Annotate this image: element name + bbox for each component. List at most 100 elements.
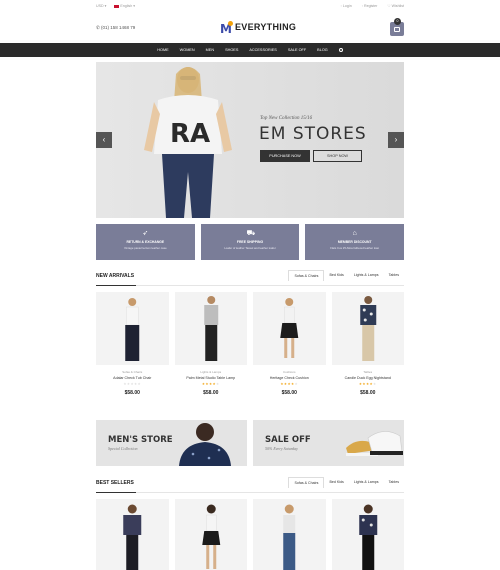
- product-card[interactable]: Cushions Heritage Check Cushion ★★★★★ $5…: [253, 292, 326, 402]
- product-rating: ★★★★★: [201, 382, 220, 386]
- product-name[interactable]: Adalar Check Tub Chair: [96, 376, 169, 380]
- banner-subtitle: 50% Every Saturday: [265, 446, 298, 451]
- product-card[interactable]: [174, 499, 247, 570]
- product-photo: [283, 504, 296, 570]
- product-image[interactable]: [331, 499, 404, 570]
- promo-banners: MEN'S STORE Special Collection SALE OFF …: [96, 420, 404, 466]
- chevron-right-icon: ›: [394, 135, 398, 144]
- feature-desc: Vintage pastel lectum leather case: [123, 245, 167, 250]
- feature-title: FREE SHIPPING: [236, 240, 264, 244]
- nav-item-men[interactable]: MEN: [206, 48, 214, 52]
- sale-off-banner[interactable]: SALE OFF 50% Every Saturday: [253, 420, 404, 466]
- product-image[interactable]: [96, 292, 169, 365]
- top-bar: USD ▾ English ▾ ◦ Login ◦ Register ♡ Wis…: [0, 0, 500, 13]
- product-image[interactable]: [253, 292, 326, 365]
- product-card[interactable]: Tables Candle Duck Egg Nightstand ★★★★★ …: [331, 292, 405, 402]
- product-photo: [125, 298, 140, 361]
- nav-item-blog[interactable]: BLOG: [317, 48, 328, 52]
- shopping-bag-icon: [394, 27, 400, 32]
- product-image[interactable]: [253, 499, 326, 570]
- feature-boxes: ➶ RETURN & EXCHANGE Vintage pastel lectu…: [96, 224, 405, 260]
- tab-tables[interactable]: Tables: [384, 477, 404, 488]
- purchase-now-button[interactable]: PURCHASE NOW: [260, 150, 310, 162]
- product-category: Lights & Lamps: [200, 370, 222, 374]
- tab-bed-kids[interactable]: Bed Kids: [324, 270, 348, 281]
- register-label: Register: [363, 4, 378, 8]
- banner-title: MEN'S STORE: [108, 435, 173, 445]
- tab-bed-kids[interactable]: Bed Kids: [324, 477, 348, 488]
- product-price: $58.00: [281, 390, 297, 396]
- cart-count-badge: 0: [394, 18, 401, 25]
- product-card[interactable]: Lights & Lamps Palm Metal Studio Table L…: [174, 292, 248, 402]
- tab-sofas-chairs[interactable]: Sofas & Chairs: [288, 270, 325, 281]
- phone-number: ✆ (01) 158 1468 79: [96, 25, 135, 31]
- section-title: BEST SELLERS: [96, 480, 134, 486]
- sneakers-image: [346, 431, 403, 456]
- best-sellers-header: BEST SELLERS Sofas & Chairs Bed Kids Lig…: [96, 477, 404, 493]
- new-arrivals-header: NEW ARRIVALS Sofas & Chairs Bed Kids Lig…: [96, 270, 404, 286]
- product-photo: [201, 504, 220, 569]
- product-photo: [280, 298, 299, 358]
- feature-desc: Flats Cus 25 Alina fathered leather loan: [330, 245, 380, 250]
- product-rating: ★★★★★: [123, 382, 142, 386]
- product-photo: [358, 504, 377, 570]
- mens-store-banner[interactable]: MEN'S STORE Special Collection: [96, 420, 247, 466]
- feature-desc: Loafer of leather Tassel and leather loa…: [224, 245, 276, 250]
- product-image[interactable]: [96, 499, 169, 570]
- logo-mark-icon: M: [220, 21, 233, 36]
- new-arrivals-grid: Sofas & Chairs Adalar Check Tub Chair ★★…: [96, 292, 404, 402]
- hero-model-image: RA: [144, 67, 232, 218]
- product-photo: [123, 504, 142, 570]
- svg-text:RA: RA: [170, 119, 210, 149]
- hero-tagline: Top New Collection 15/16: [260, 116, 313, 121]
- gift-icon: ⌂: [352, 230, 357, 237]
- product-name[interactable]: Candle Duck Egg Nightstand: [332, 376, 405, 380]
- wishlist-link[interactable]: ♡ Wishlist: [387, 4, 404, 8]
- register-link[interactable]: ◦ Register: [362, 4, 378, 8]
- main-nav: HOME WOMEN MEN SHOES ACCESSORIES SALE OF…: [0, 43, 500, 57]
- wishlist-label: Wishlist: [391, 4, 404, 8]
- product-photo: [359, 296, 376, 361]
- hero-slider: RA Top New Collection 15/16 EM STORES PU…: [96, 62, 404, 218]
- tab-lights-lamps[interactable]: Lights & Lamps: [349, 477, 384, 488]
- product-photo: [203, 296, 218, 361]
- slider-prev-button[interactable]: ‹: [96, 132, 112, 148]
- tab-lights-lamps[interactable]: Lights & Lamps: [349, 270, 384, 281]
- new-arrivals-tabs: Sofas & Chairs Bed Kids Lights & Lamps T…: [288, 270, 404, 281]
- nav-item-sale-off[interactable]: SALE OFF: [288, 48, 306, 52]
- product-image[interactable]: [331, 292, 404, 365]
- best-sellers-tabs: Sofas & Chairs Bed Kids Lights & Lamps T…: [288, 477, 404, 488]
- banner-subtitle: Special Collection: [108, 446, 138, 451]
- feature-return-exchange: ➶ RETURN & EXCHANGE Vintage pastel lectu…: [96, 224, 195, 260]
- product-card[interactable]: Sofas & Chairs Adalar Check Tub Chair ★★…: [96, 292, 169, 402]
- language-selector[interactable]: English ▾: [114, 4, 135, 8]
- banner-title: SALE OFF: [265, 435, 311, 445]
- tab-tables[interactable]: Tables: [384, 270, 404, 281]
- chevron-left-icon: ‹: [102, 135, 106, 144]
- cart-button[interactable]: 0: [390, 18, 404, 36]
- product-category: Cushions: [282, 370, 296, 374]
- search-icon[interactable]: [338, 48, 343, 52]
- hero-title: EM STORES: [259, 124, 367, 144]
- login-link[interactable]: ◦ Login: [341, 4, 352, 8]
- logo-text: EVERYTHING: [235, 22, 297, 32]
- product-card[interactable]: [96, 499, 169, 570]
- slider-next-button[interactable]: ›: [388, 132, 404, 148]
- product-image[interactable]: [174, 292, 247, 365]
- nav-item-home[interactable]: HOME: [157, 48, 168, 52]
- product-rating: ★★★★★: [280, 382, 299, 386]
- logo[interactable]: M EVERYTHING: [220, 21, 297, 36]
- tab-sofas-chairs[interactable]: Sofas & Chairs: [288, 477, 325, 488]
- shop-now-button[interactable]: SHOP NOW: [313, 150, 362, 162]
- nav-item-women[interactable]: WOMEN: [180, 48, 195, 52]
- currency-selector[interactable]: USD ▾: [96, 4, 106, 8]
- product-name[interactable]: Palm Metal Studio Table Lamp: [175, 376, 248, 380]
- product-image[interactable]: [174, 499, 247, 570]
- feature-member-discount: ⌂ MEMBER DISCOUNT Flats Cus 25 Alina fat…: [305, 224, 405, 260]
- nav-item-shoes[interactable]: SHOES: [225, 48, 238, 52]
- product-name[interactable]: Heritage Check Cushion: [253, 376, 326, 380]
- product-card[interactable]: [253, 499, 326, 570]
- feature-free-shipping: ⛟ FREE SHIPPING Loafer of leather Tassel…: [200, 224, 300, 260]
- nav-item-accessories[interactable]: ACCESSORIES: [249, 48, 276, 52]
- product-card[interactable]: [331, 499, 404, 570]
